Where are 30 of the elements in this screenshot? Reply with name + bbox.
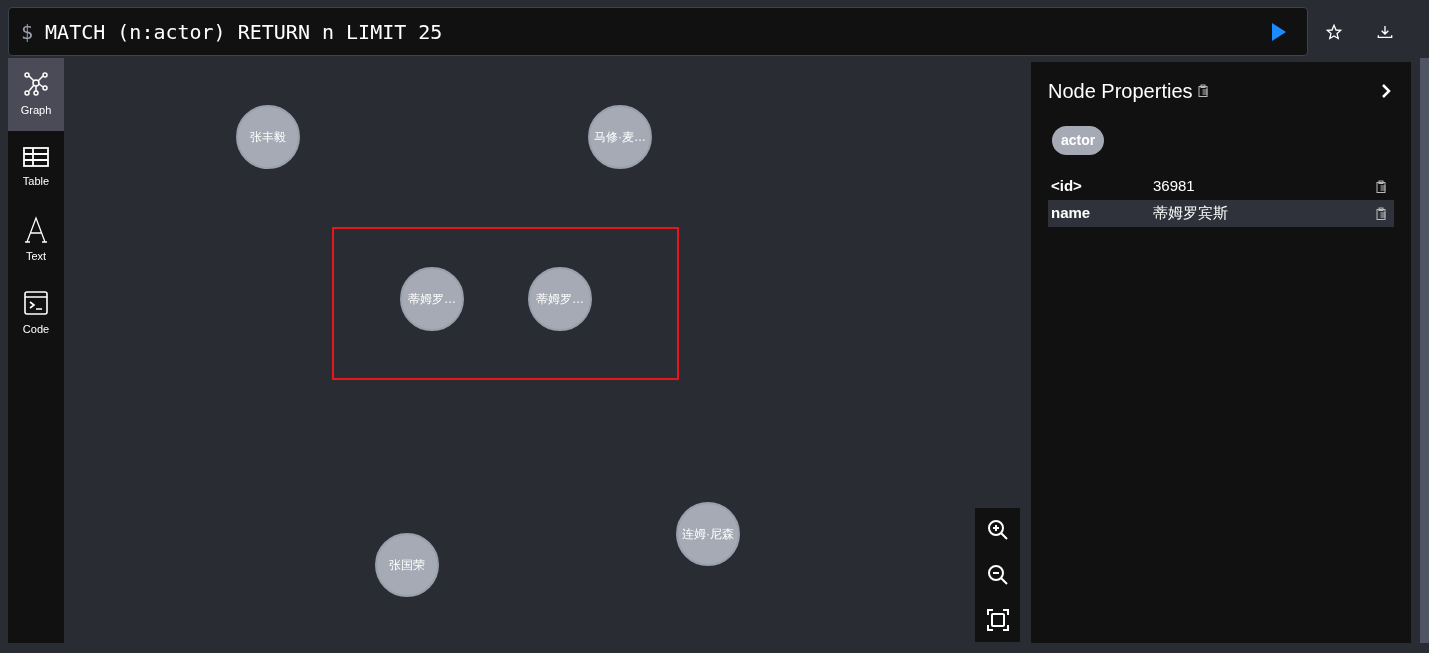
download-icon[interactable] [1377, 23, 1393, 40]
terminal-icon [22, 289, 50, 318]
view-tab[interactable]: Code [8, 277, 64, 350]
label-chip[interactable]: actor [1052, 126, 1105, 155]
view-tab[interactable]: Table [8, 131, 64, 204]
graph-node[interactable]: 马修·麦… [588, 105, 652, 169]
graph-icon [22, 70, 50, 99]
panel-title: Node Properties [1048, 79, 1193, 104]
fit-screen-icon[interactable] [985, 607, 1010, 632]
view-tab[interactable]: Text [8, 204, 64, 277]
property-row: name 蒂姆罗宾斯 [1048, 200, 1394, 227]
graph-node[interactable]: 蒂姆罗… [400, 267, 464, 331]
clipboard-icon[interactable] [1196, 84, 1210, 98]
play-icon[interactable] [1271, 21, 1287, 42]
clipboard-icon[interactable] [1375, 179, 1388, 194]
query-editor[interactable]: $ MATCH (n:actor) RETURN n LIMIT 25 [8, 7, 1308, 56]
view-tab[interactable]: Graph [8, 58, 64, 131]
zoom-out-icon[interactable] [985, 563, 1010, 587]
graph-node[interactable]: 张国荣 [375, 533, 439, 597]
scrollbar-track[interactable] [1420, 58, 1429, 643]
property-row: <id> 36981 [1048, 173, 1394, 200]
graph-node[interactable]: 连姆·尼森 [676, 502, 740, 566]
graph-node[interactable]: 张丰毅 [236, 105, 300, 169]
table-icon [22, 145, 50, 170]
serif-a-icon [22, 216, 50, 245]
graph-node[interactable]: 蒂姆罗… [528, 267, 592, 331]
query-text: MATCH (n:actor) RETURN n LIMIT 25 [45, 18, 443, 46]
clipboard-icon[interactable] [1375, 206, 1388, 221]
prompt-symbol: $ [21, 18, 34, 46]
star-icon[interactable] [1326, 23, 1342, 40]
